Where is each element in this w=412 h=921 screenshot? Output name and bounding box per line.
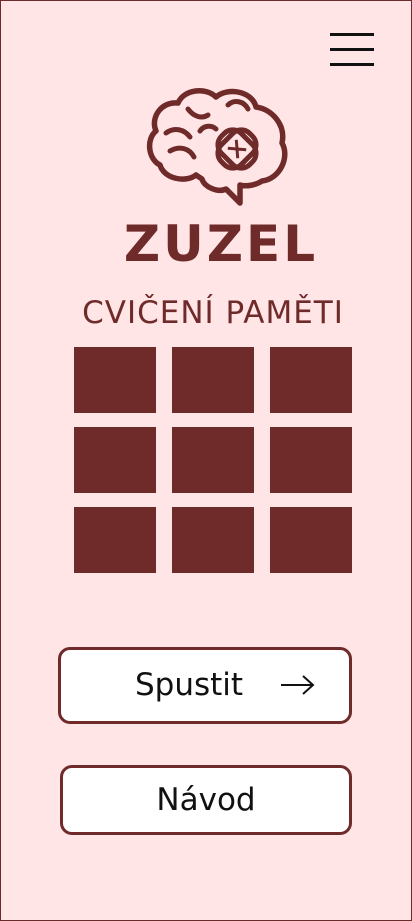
memory-tile-4[interactable] [74, 427, 156, 493]
hamburger-menu-icon[interactable] [326, 31, 378, 71]
start-button[interactable]: Spustit [58, 647, 352, 724]
memory-tile-7[interactable] [74, 507, 156, 573]
brain-bandage-icon [146, 88, 288, 206]
menu-bar-bottom [330, 63, 374, 66]
app-title: ZUZEL [123, 215, 319, 273]
memory-tile-5[interactable] [172, 427, 254, 493]
app-screen: ZUZEL CVIČENÍ PAMĚTI Spustit Návod [0, 0, 412, 921]
menu-bar-top [330, 33, 374, 36]
menu-bar-middle [330, 48, 374, 51]
start-button-label: Spustit [135, 667, 244, 703]
memory-tile-8[interactable] [172, 507, 254, 573]
memory-tile-2[interactable] [172, 347, 254, 413]
memory-tile-3[interactable] [270, 347, 352, 413]
help-button-label: Návod [156, 782, 256, 818]
memory-grid [74, 347, 353, 573]
memory-tile-9[interactable] [270, 507, 352, 573]
memory-tile-6[interactable] [270, 427, 352, 493]
app-subtitle: CVIČENÍ PAMĚTI [82, 295, 344, 331]
arrow-right-icon [281, 675, 315, 695]
help-button[interactable]: Návod [60, 765, 352, 835]
memory-tile-1[interactable] [74, 347, 156, 413]
